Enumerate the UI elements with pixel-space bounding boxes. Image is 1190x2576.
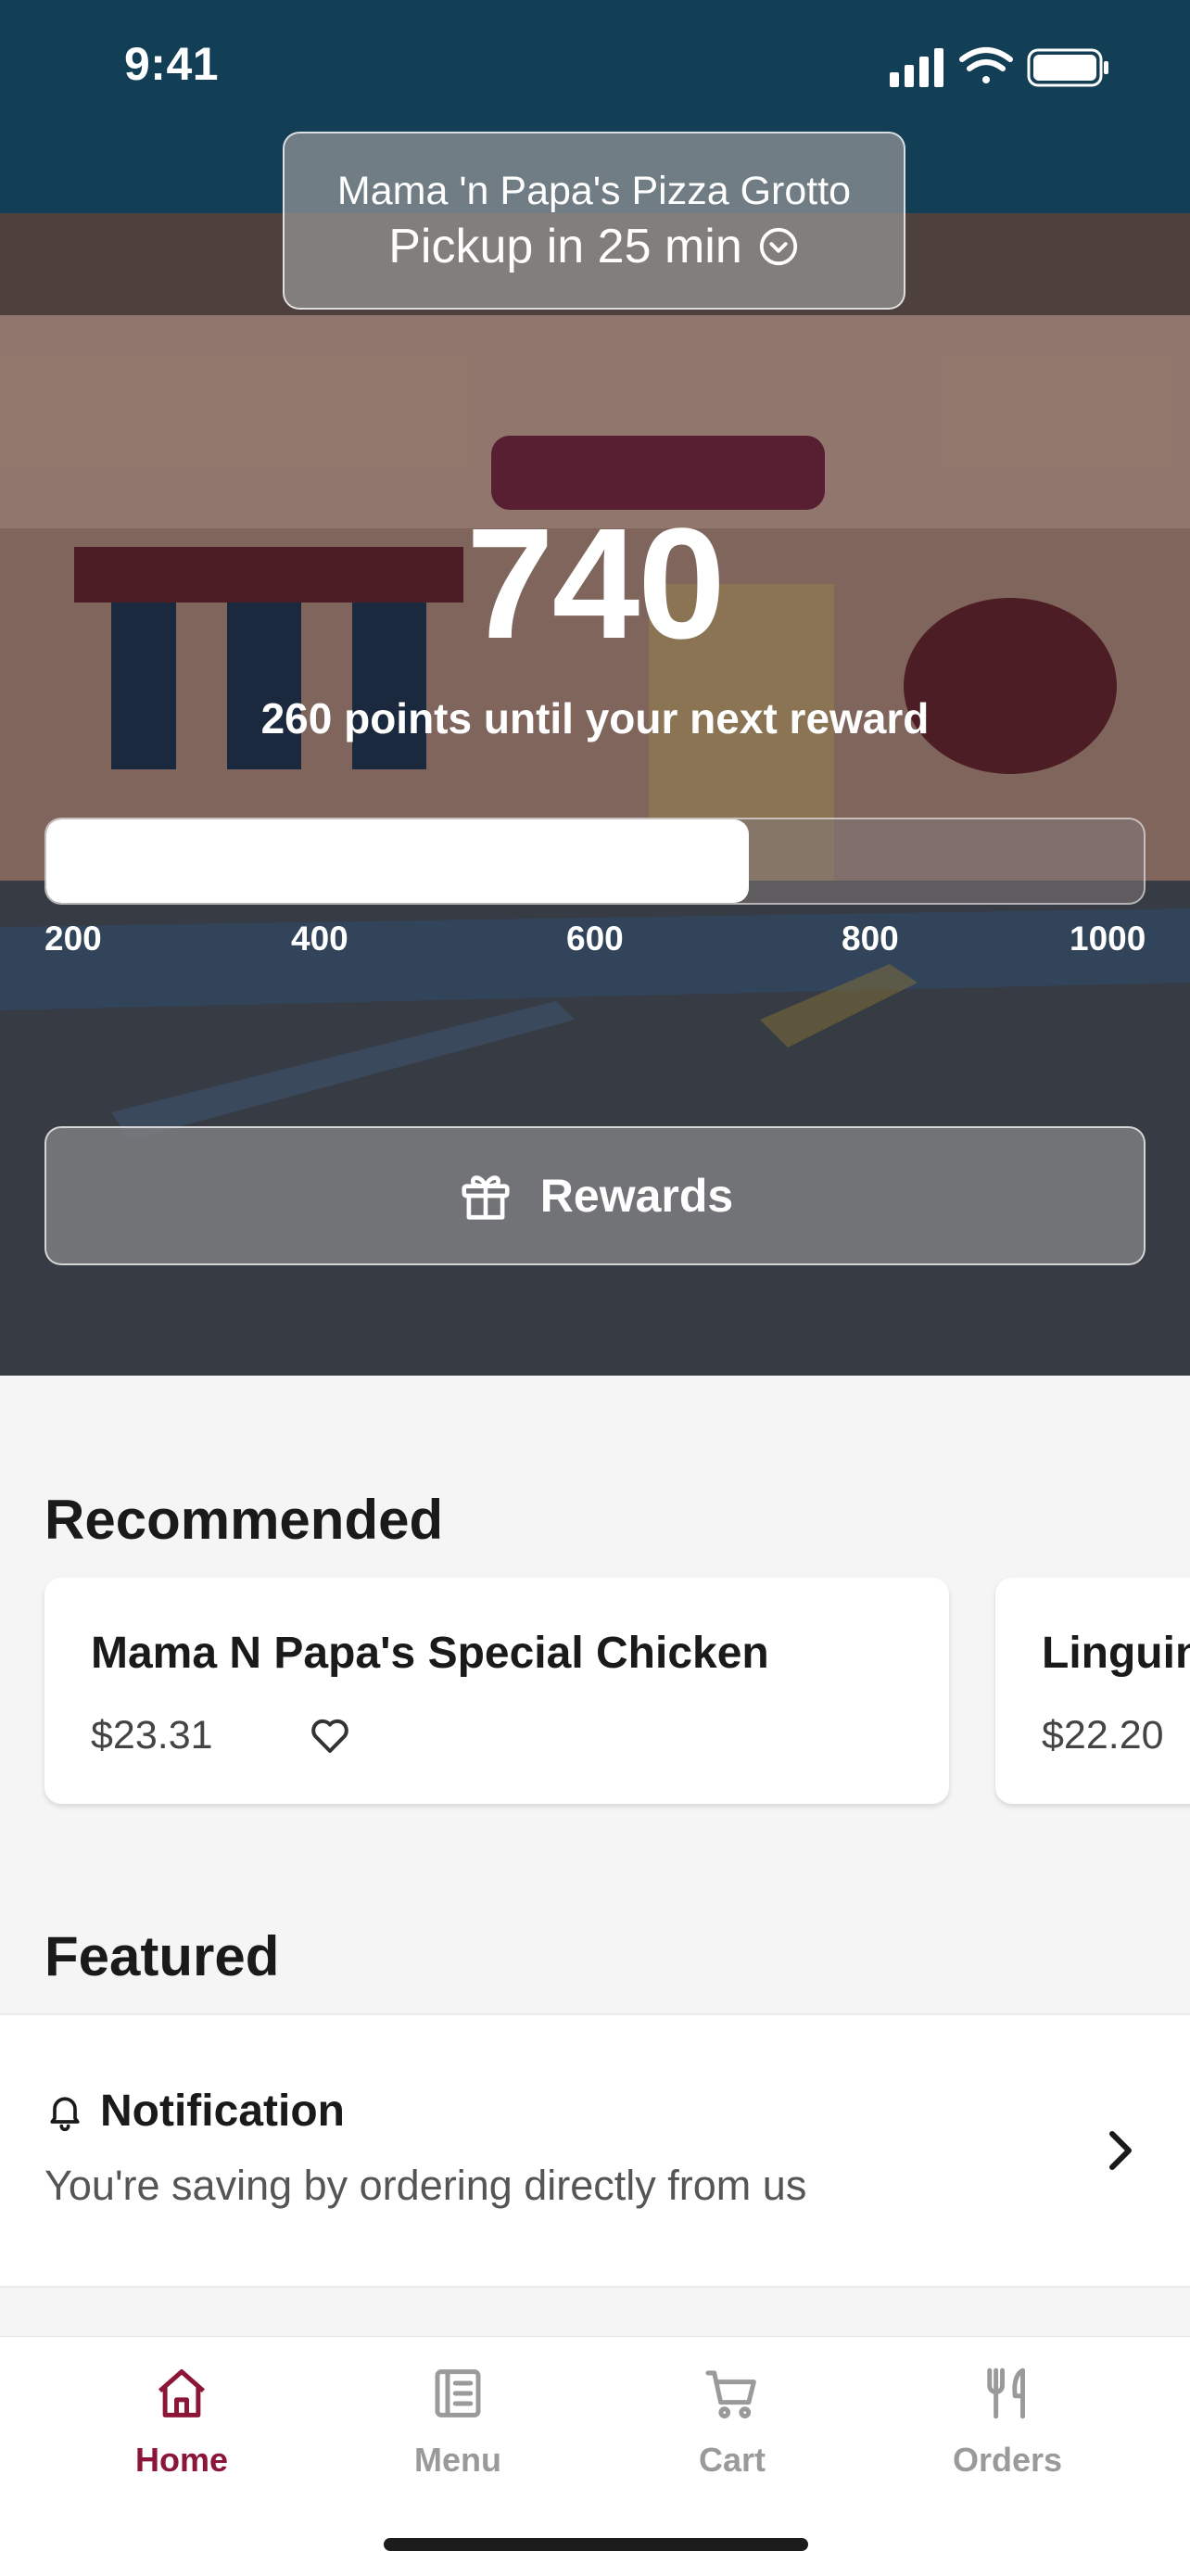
item-name: Mama N Papa's Special Chicken (91, 1629, 769, 1678)
status-icons (890, 47, 1108, 87)
recommended-item-card[interactable]: Mama N Papa's Special Chicken $23.31 (44, 1578, 949, 1804)
featured-heading: Featured (44, 1925, 280, 1987)
notification-row[interactable]: Notification You're saving by ordering d… (0, 2013, 1190, 2288)
tick-label: 800 (842, 920, 899, 958)
store-selector[interactable]: Mama 'n Papa's Pizza Grotto Pickup in 25… (283, 132, 905, 310)
tab-label: Cart (698, 2441, 766, 2479)
tab-label: Menu (414, 2441, 501, 2479)
item-name: Linguin (1042, 1629, 1190, 1678)
menu-icon (435, 2369, 481, 2417)
tab-menu[interactable]: Menu (365, 2363, 551, 2502)
status-time: 9:41 (124, 38, 220, 90)
rewards-button[interactable]: Rewards (44, 1126, 1146, 1265)
signal-icon (890, 48, 943, 87)
status-bar: 9:41 (0, 0, 1190, 130)
home-indicator (384, 2538, 808, 2551)
notification-subtitle: You're saving by ordering directly from … (44, 2162, 807, 2209)
home-icon (158, 2369, 206, 2417)
store-name: Mama 'n Papa's Pizza Grotto (336, 169, 852, 213)
points-caption: 260 points until your next reward (260, 694, 930, 742)
tick-label: 200 (44, 920, 102, 958)
rewards-button-label: Rewards (539, 1170, 734, 1222)
points-progress-bar (44, 818, 1146, 905)
battery-icon (1027, 48, 1108, 87)
points-progress-fill (46, 819, 749, 903)
notification-title: Notification (100, 2087, 345, 2136)
gift-icon (462, 1175, 510, 1220)
tick-label: 1000 (1070, 920, 1146, 958)
tick-label: 400 (291, 920, 348, 958)
tab-label: Home (134, 2441, 229, 2479)
chevron-right-icon (1109, 2131, 1132, 2170)
favorite-heart-icon[interactable] (308, 1713, 352, 1758)
pickup-time: Pickup in 25 min (285, 219, 904, 274)
tab-home[interactable]: Home (89, 2363, 274, 2502)
tab-label: Orders (952, 2441, 1063, 2479)
tick-label: 600 (566, 920, 624, 958)
fork-knife-icon (987, 2367, 1025, 2419)
pickup-label: Pickup in 25 min (388, 220, 742, 273)
tab-cart[interactable]: Cart (639, 2363, 825, 2502)
recommended-item-card[interactable]: Linguin $22.20 (995, 1578, 1190, 1804)
bell-icon (50, 2097, 80, 2132)
wifi-icon (959, 47, 1013, 83)
item-price: $22.20 (1042, 1713, 1164, 1758)
progress-tick-labels: 200 400 600 800 1000 (44, 920, 1146, 966)
item-price: $23.31 (91, 1713, 213, 1758)
cart-icon (705, 2370, 756, 2418)
tab-orders[interactable]: Orders (915, 2363, 1100, 2502)
chevron-down-circle-icon (759, 227, 797, 266)
points-total: 740 (466, 496, 726, 672)
recommended-heading: Recommended (44, 1489, 444, 1551)
